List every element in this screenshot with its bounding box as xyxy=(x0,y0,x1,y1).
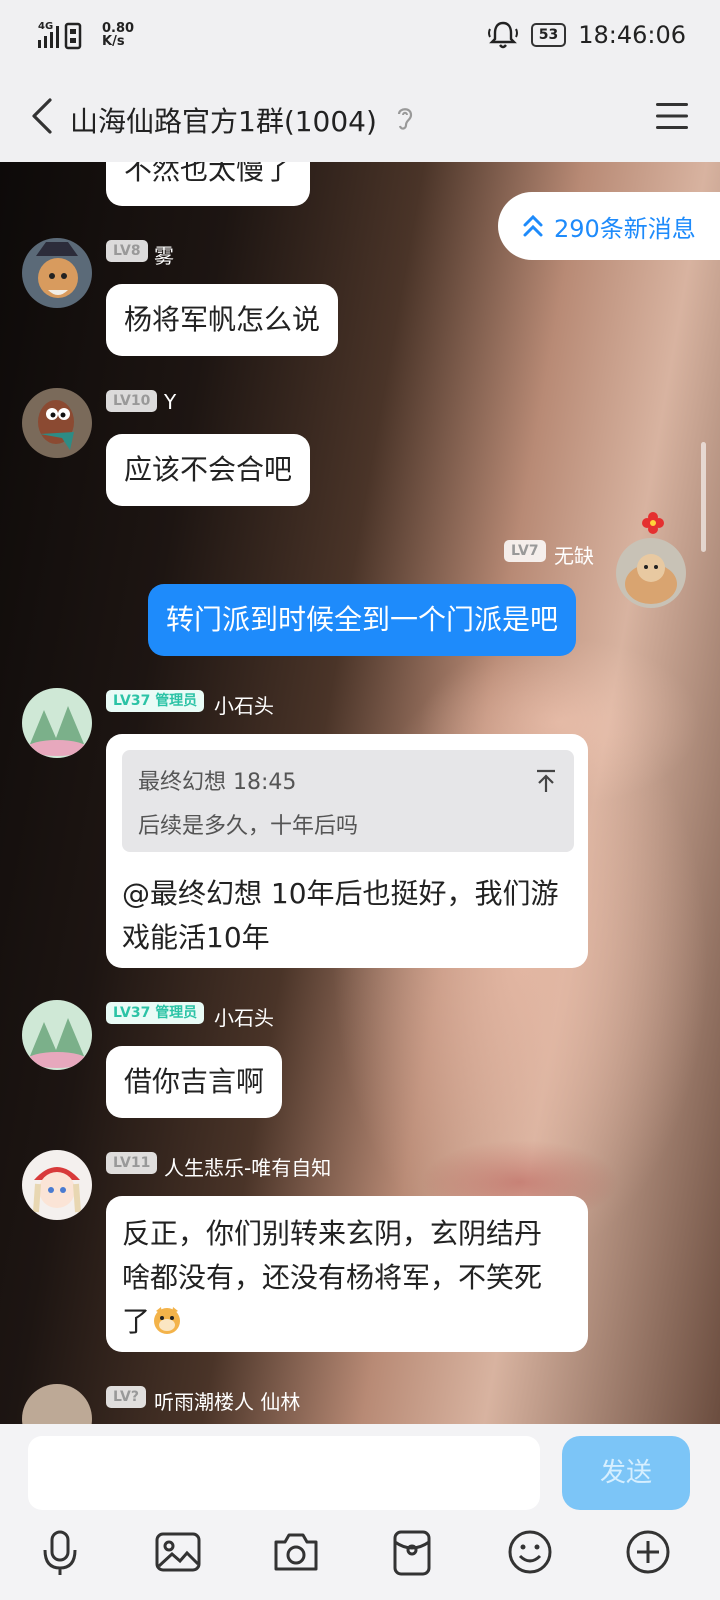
network-speed: 0.80 K/s xyxy=(102,21,135,49)
quote-author: 最终幻想 18:45 xyxy=(138,770,297,795)
message-text-line: 反正，你们别转来玄阴，玄阴结丹 xyxy=(122,1217,543,1250)
admin-badge: 管理员 xyxy=(155,1005,198,1021)
bell-icon xyxy=(487,21,518,49)
message-bubble[interactable]: 借你吉言啊 xyxy=(106,1046,283,1118)
camera-icon[interactable] xyxy=(270,1526,322,1578)
image-icon[interactable] xyxy=(152,1526,204,1578)
send-button[interactable]: 发送 xyxy=(562,1436,690,1510)
reply-text-line: 戏能活10年 xyxy=(122,921,270,954)
message-list[interactable]: 不然也太慢了 290条新消息 LV8 雾 杨将军帆怎么说 LV10 Y 应该不会… xyxy=(0,162,720,1424)
doge-emoji-icon xyxy=(154,1307,181,1334)
message-input[interactable] xyxy=(28,1436,540,1510)
sender-name: 小石头 xyxy=(214,1006,274,1030)
sender-name: 听雨潮楼人 仙林 xyxy=(154,1390,301,1414)
scrollbar[interactable] xyxy=(701,442,706,552)
avatar[interactable] xyxy=(22,1150,92,1220)
message-bubble[interactable]: 杨将军帆怎么说 xyxy=(106,284,339,356)
composer: 发送 xyxy=(0,1424,720,1600)
status-bar: 4G 0.80 K/s 53 18:46:06 xyxy=(0,0,720,72)
network-type: 4G xyxy=(38,21,53,32)
sender-name: 无缺 xyxy=(554,544,594,568)
message-bubble[interactable]: 不然也太慢了 xyxy=(106,162,311,206)
level-badge: LV37 管理员 xyxy=(106,690,205,712)
level-badge: LV37 管理员 xyxy=(106,1002,205,1024)
reply-message-bubble[interactable]: 最终幻想 18:45 后续是多久，十年后吗 @最终幻想 10年后也挺好，我们游 … xyxy=(106,734,588,968)
avatar[interactable] xyxy=(22,1000,92,1070)
avatar[interactable] xyxy=(22,238,92,308)
jump-to-quote-icon[interactable] xyxy=(534,768,558,794)
plus-icon[interactable] xyxy=(622,1526,674,1578)
back-arrow-icon[interactable] xyxy=(24,96,64,136)
avatar[interactable] xyxy=(616,538,686,608)
double-chevron-up-icon xyxy=(523,214,543,237)
clock: 18:46:06 xyxy=(578,21,686,49)
avatar[interactable] xyxy=(22,688,92,758)
admin-badge: 管理员 xyxy=(155,693,198,709)
message-bubble[interactable]: 反正，你们别转来玄阴，玄阴结丹 啥都没有，还没有杨将军，不笑死 了 xyxy=(106,1196,588,1352)
avatar[interactable] xyxy=(22,1384,92,1424)
new-messages-button[interactable]: 290条新消息 xyxy=(498,192,720,260)
my-message-bubble[interactable]: 转门派到时候全到一个门派是吧 xyxy=(148,584,577,656)
message-text-line: 啥都没有，还没有杨将军，不笑死 xyxy=(122,1261,543,1294)
level-badge: LV11 xyxy=(106,1152,158,1174)
level-badge: LV? xyxy=(106,1386,146,1408)
menu-icon[interactable] xyxy=(654,100,690,132)
sender-name: Y xyxy=(164,390,177,414)
chat-header: 山海仙路官方1群(1004) xyxy=(0,72,720,163)
quote-text: 后续是多久，十年后吗 xyxy=(138,814,359,839)
sender-name: 雾 xyxy=(154,244,174,268)
signal-icon: 4G xyxy=(38,21,82,50)
flower-icon xyxy=(642,512,664,534)
group-title: 山海仙路官方1群(1004) xyxy=(70,105,377,138)
red-packet-icon[interactable] xyxy=(386,1526,438,1578)
sender-name: 人生悲乐-唯有自知 xyxy=(164,1156,332,1180)
message-bubble[interactable]: 应该不会合吧 xyxy=(106,434,311,506)
level-badge: LV8 xyxy=(106,240,148,262)
emoji-icon[interactable] xyxy=(504,1526,556,1578)
message-text-line: 了 xyxy=(122,1300,182,1340)
earpiece-mode-icon[interactable] xyxy=(393,104,417,132)
battery-level: 53 xyxy=(530,23,567,47)
avatar[interactable] xyxy=(22,388,92,458)
level-badge: LV10 xyxy=(106,390,158,412)
sender-name: 小石头 xyxy=(214,694,274,718)
level-badge: LV7 xyxy=(504,540,546,562)
quoted-message[interactable]: 最终幻想 18:45 后续是多久，十年后吗 xyxy=(122,750,574,852)
new-messages-label: 290条新消息 xyxy=(554,214,696,243)
microphone-icon[interactable] xyxy=(34,1526,86,1578)
reply-text-line: @最终幻想 10年后也挺好，我们游 xyxy=(122,877,559,910)
